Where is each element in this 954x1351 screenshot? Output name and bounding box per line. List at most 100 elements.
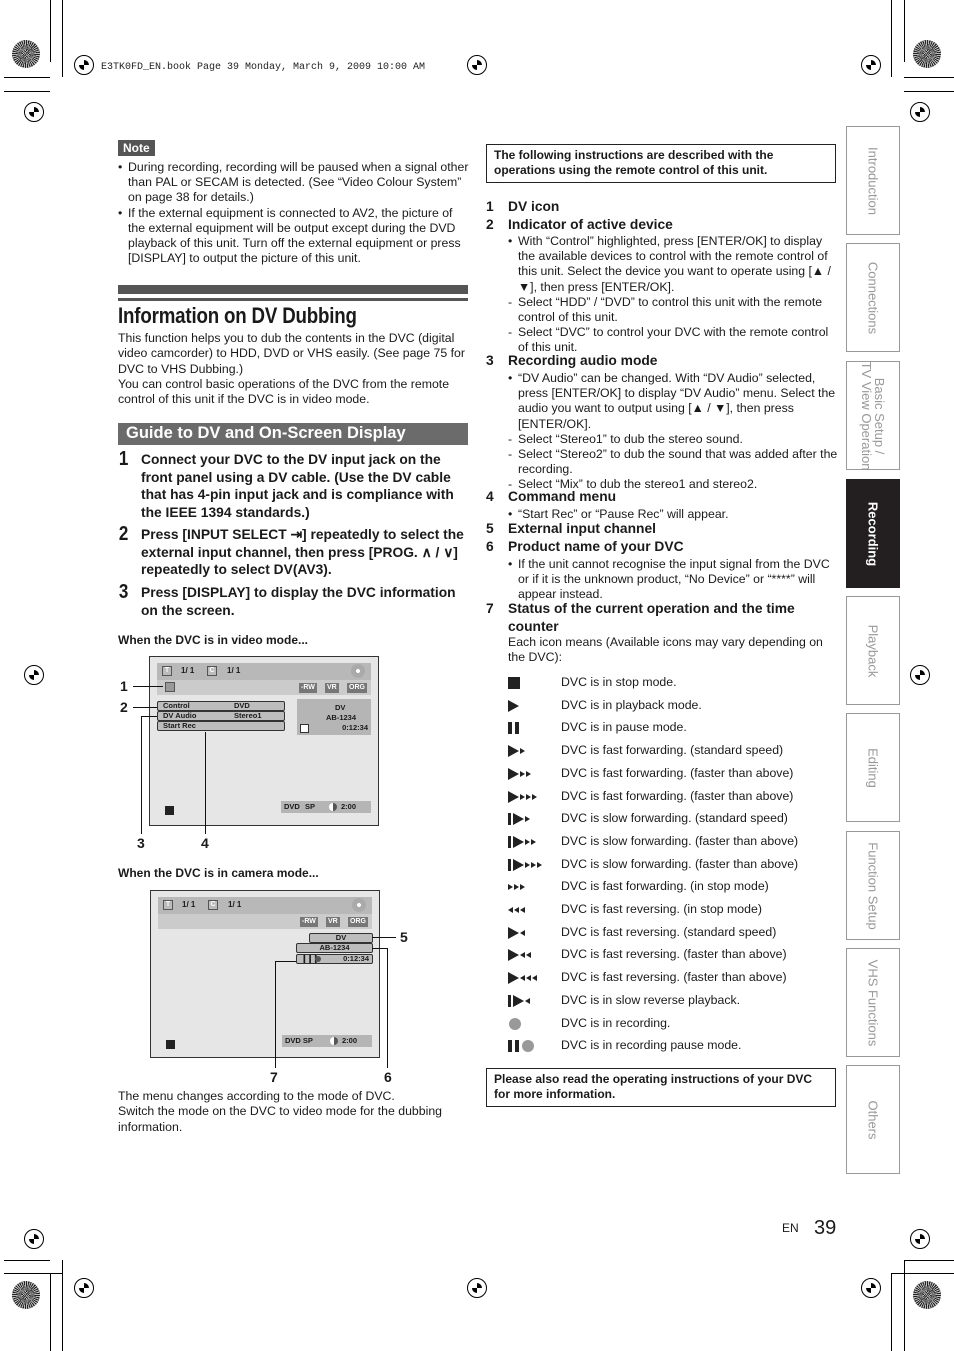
play-icon bbox=[508, 699, 519, 712]
status-icon-description: DVC is fast forwarding. (in stop mode) bbox=[561, 879, 769, 894]
menu-label: Control bbox=[163, 701, 190, 710]
remaining-icon bbox=[330, 1037, 338, 1045]
item-title: Recording audio mode bbox=[508, 353, 658, 368]
registration-target bbox=[861, 55, 881, 75]
side-tab-label: Connections bbox=[865, 261, 881, 334]
pause-icon bbox=[508, 722, 519, 735]
callout-line bbox=[275, 961, 276, 1068]
item-number: 7 bbox=[486, 601, 494, 616]
status-icon-row: DVC is in pause mode. bbox=[508, 717, 828, 739]
side-tab-label: Basic Setup / TV View Operation bbox=[859, 361, 887, 470]
time-counter: 0:12:34 bbox=[343, 954, 369, 963]
item-dash: Select “Stereo1” to dub the stereo sound… bbox=[508, 432, 838, 447]
side-tab-recording[interactable]: Recording bbox=[846, 479, 900, 588]
title-icon: T bbox=[162, 666, 172, 676]
status-icon-description: DVC is fast forwarding. (faster than abo… bbox=[561, 765, 794, 780]
dvc-info-box: DV AB-1234 0:12:34 bbox=[297, 699, 371, 735]
step: 1 Connect your DVC to the DV input jack … bbox=[118, 448, 470, 522]
item-dash: Select “Stereo2” to dub the sound that w… bbox=[508, 447, 838, 477]
chapter-icon: C bbox=[207, 666, 217, 676]
menu-value: DVD bbox=[234, 701, 250, 710]
item-title: Product name of your DVC bbox=[508, 539, 684, 554]
status-icon-row: DVC is slow forwarding. (standard speed) bbox=[508, 808, 828, 830]
osd-sub-bar: -RW VR ORG bbox=[157, 680, 371, 695]
tag-vr: VR bbox=[326, 917, 340, 927]
fast-forward-3-icon bbox=[508, 790, 537, 803]
registration-target bbox=[910, 1229, 930, 1249]
status-icon-row: DVC is fast reversing. (faster than abov… bbox=[508, 944, 828, 966]
tag-org: ORG bbox=[348, 917, 368, 927]
side-tab-others[interactable]: Others bbox=[846, 1065, 900, 1174]
osd-camera-mode: T 1/ 1 C 1/ 1 -RW VR ORG DV AB-1234 ❙❙❙ … bbox=[150, 890, 380, 1058]
step-text: Connect your DVC to the DV input jack on… bbox=[141, 452, 454, 521]
slow-forward-3-icon bbox=[508, 858, 542, 871]
info-product: AB-1234 bbox=[326, 713, 357, 722]
side-tab-function-setup[interactable]: Function Setup bbox=[846, 831, 900, 940]
side-tab-label: VHS Functions bbox=[865, 959, 881, 1046]
status-icon-description: DVC is fast reversing. (in stop mode) bbox=[561, 902, 762, 916]
print-registration-star bbox=[12, 40, 40, 68]
status-icon-description: DVC is in stop mode. bbox=[561, 675, 677, 689]
status-icon-description: DVC is fast reversing. (faster than abov… bbox=[561, 947, 787, 962]
callout-line bbox=[372, 937, 396, 938]
camera-mode-caption: When the DVC is in camera mode... bbox=[118, 866, 319, 880]
print-registration-star bbox=[913, 1281, 941, 1309]
step-number: 3 bbox=[118, 581, 129, 603]
info-time: 0:12:34 bbox=[342, 723, 368, 732]
step-number: 1 bbox=[118, 448, 129, 470]
side-tab-basic-setup-tv-view-operation[interactable]: Basic Setup / TV View Operation bbox=[846, 361, 900, 470]
menu-row-control[interactable]: Control DVD bbox=[157, 701, 285, 711]
chapter-count: 1/ 1 bbox=[228, 900, 242, 909]
item-number: 5 bbox=[486, 521, 494, 536]
crop-mark bbox=[904, 91, 954, 92]
status-icon-row: DVC is fast forwarding. (faster than abo… bbox=[508, 763, 828, 785]
status-icon-description: DVC is slow forwarding. (standard speed) bbox=[561, 811, 788, 826]
item-heading: 1 DV icon bbox=[486, 199, 559, 214]
item-heading: 7 Status of the current operation and the… bbox=[486, 600, 836, 636]
registration-target bbox=[24, 1229, 44, 1249]
status-icon-description: DVC is in recording. bbox=[561, 1015, 671, 1030]
step: 2 Press [INPUT SELECT ⇥] repeatedly to s… bbox=[118, 523, 470, 579]
step-number: 2 bbox=[118, 523, 129, 545]
record-pause-icon bbox=[508, 1040, 534, 1053]
crop-mark bbox=[891, 1273, 892, 1351]
side-tab-label: Function Setup bbox=[865, 841, 881, 930]
side-tab-introduction[interactable]: Introduction bbox=[846, 126, 900, 235]
fast-forward-1-icon bbox=[508, 745, 525, 758]
note-bullet: If the external equipment is connected t… bbox=[118, 206, 470, 267]
note-bullet: During recording, recording will be paus… bbox=[118, 160, 470, 206]
tag-rw: -RW bbox=[299, 683, 317, 693]
registration-target bbox=[467, 1278, 487, 1298]
item-bullet: “Start Rec” or “Pause Rec” will appear. bbox=[508, 507, 838, 522]
note-list: During recording, recording will be paus… bbox=[118, 160, 470, 266]
item-number: 1 bbox=[486, 199, 494, 214]
crop-mark bbox=[50, 1273, 51, 1351]
page-title: Information on DV Dubbing bbox=[118, 303, 357, 328]
stop-icon bbox=[166, 1040, 175, 1049]
callout-line bbox=[275, 961, 296, 962]
status-icon-row: DVC is in stop mode. bbox=[508, 672, 828, 694]
crop-mark bbox=[891, 0, 892, 77]
menu-row-dv-audio[interactable]: DV Audio Stereo1 bbox=[157, 711, 285, 721]
callout-line bbox=[133, 686, 163, 687]
stop-icon bbox=[508, 677, 520, 689]
osd-title-bar: T 1/ 1 C 1/ 1 bbox=[157, 663, 371, 680]
stop-fast-forward-icon bbox=[508, 884, 525, 891]
fast-reverse-2-icon bbox=[508, 949, 531, 962]
item-detail: With “Control” highlighted, press [ENTER… bbox=[508, 234, 838, 356]
side-tab-vhs-functions[interactable]: VHS Functions bbox=[846, 948, 900, 1057]
item-heading: 2 Indicator of active device bbox=[486, 217, 673, 232]
callout-7: 7 bbox=[270, 1069, 278, 1085]
registration-target bbox=[861, 1278, 881, 1298]
side-tab-editing[interactable]: Editing bbox=[846, 713, 900, 822]
item-dash: Select “DVC” to control your DVC with th… bbox=[508, 325, 838, 355]
item-heading: 4 Command menu bbox=[486, 489, 616, 504]
item-dash: Select “HDD” / “DVD” to control this uni… bbox=[508, 295, 838, 325]
item-detail: If the unit cannot recognise the input s… bbox=[508, 557, 838, 603]
side-tab-playback[interactable]: Playback bbox=[846, 596, 900, 705]
page-number: 39 bbox=[814, 1217, 837, 1239]
status-icon-row: DVC is in playback mode. bbox=[508, 695, 828, 717]
side-tab-connections[interactable]: Connections bbox=[846, 243, 900, 352]
crop-mark bbox=[62, 0, 63, 77]
menu-row-start-rec[interactable]: Start Rec bbox=[157, 721, 285, 731]
